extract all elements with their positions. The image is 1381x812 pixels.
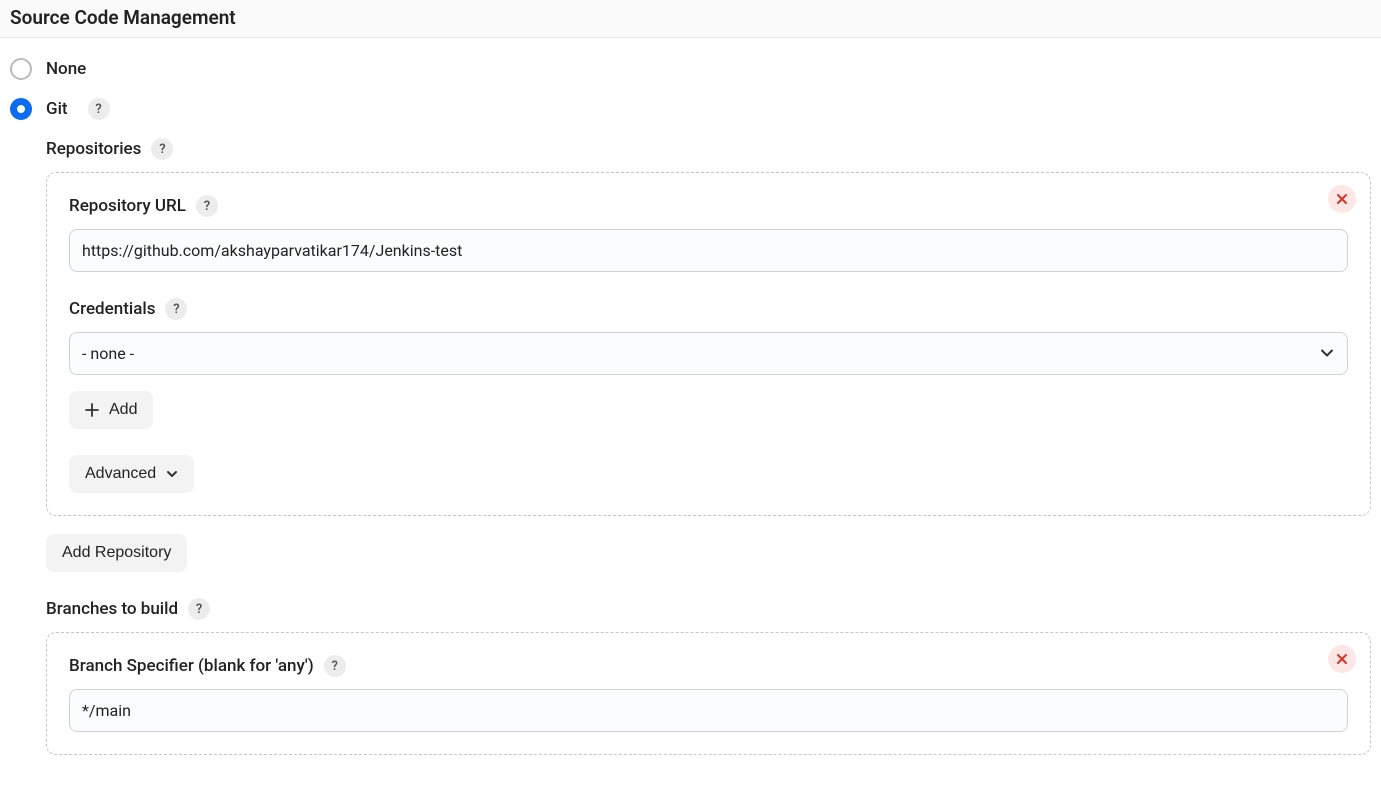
credentials-label-text: Credentials bbox=[69, 299, 155, 319]
credentials-select-wrap: - none - bbox=[69, 332, 1348, 375]
advanced-label: Advanced bbox=[85, 465, 156, 483]
radio-icon[interactable] bbox=[10, 58, 32, 80]
help-icon[interactable]: ? bbox=[188, 598, 210, 620]
branch-specifier-field: Branch Specifier (blank for 'any') ? bbox=[69, 655, 1348, 732]
branches-label: Branches to build ? bbox=[46, 598, 1371, 620]
close-icon bbox=[1336, 193, 1348, 205]
branch-specifier-label-text: Branch Specifier (blank for 'any') bbox=[69, 656, 314, 676]
add-repository-button[interactable]: Add Repository bbox=[46, 534, 187, 572]
repo-url-label: Repository URL ? bbox=[69, 195, 1348, 217]
add-credentials-button[interactable]: Add bbox=[69, 391, 153, 429]
advanced-toggle-button[interactable]: Advanced bbox=[69, 455, 194, 493]
help-icon[interactable]: ? bbox=[196, 195, 218, 217]
repo-url-label-text: Repository URL bbox=[69, 196, 186, 216]
scm-option-git[interactable]: Git ? bbox=[10, 98, 1371, 120]
close-icon bbox=[1336, 653, 1348, 665]
help-icon[interactable]: ? bbox=[88, 98, 110, 120]
scm-content: None Git ? Repositories ? Repository URL… bbox=[0, 38, 1381, 783]
credentials-select[interactable]: - none - bbox=[69, 332, 1348, 375]
scm-none-label: None bbox=[46, 59, 86, 79]
branch-block: Branch Specifier (blank for 'any') ? bbox=[46, 632, 1371, 755]
help-icon[interactable]: ? bbox=[165, 298, 187, 320]
help-icon[interactable]: ? bbox=[324, 655, 346, 677]
branch-specifier-label: Branch Specifier (blank for 'any') ? bbox=[69, 655, 1348, 677]
add-credentials-label: Add bbox=[109, 401, 137, 419]
add-repository-label: Add Repository bbox=[62, 544, 171, 562]
credentials-field: Credentials ? - none - bbox=[69, 298, 1348, 429]
help-icon[interactable]: ? bbox=[151, 138, 173, 160]
repository-block: Repository URL ? Credentials ? - none - bbox=[46, 172, 1371, 516]
radio-icon[interactable] bbox=[10, 98, 32, 120]
scm-git-label: Git bbox=[46, 99, 68, 119]
chevron-down-icon bbox=[166, 468, 178, 480]
scm-option-none[interactable]: None bbox=[10, 58, 1371, 80]
repo-url-field: Repository URL ? bbox=[69, 195, 1348, 272]
credentials-label: Credentials ? bbox=[69, 298, 1348, 320]
section-title: Source Code Management bbox=[0, 0, 1381, 38]
branches-label-text: Branches to build bbox=[46, 599, 178, 619]
repo-url-input[interactable] bbox=[69, 229, 1348, 272]
branch-specifier-input[interactable] bbox=[69, 689, 1348, 732]
plus-icon bbox=[85, 403, 99, 417]
remove-repository-button[interactable] bbox=[1328, 185, 1356, 213]
remove-branch-button[interactable] bbox=[1328, 645, 1356, 673]
repositories-label-text: Repositories bbox=[46, 139, 141, 159]
advanced-block: Advanced bbox=[69, 455, 1348, 493]
repositories-label: Repositories ? bbox=[46, 138, 1371, 160]
git-config-body: Repositories ? Repository URL ? Credenti bbox=[10, 138, 1371, 755]
